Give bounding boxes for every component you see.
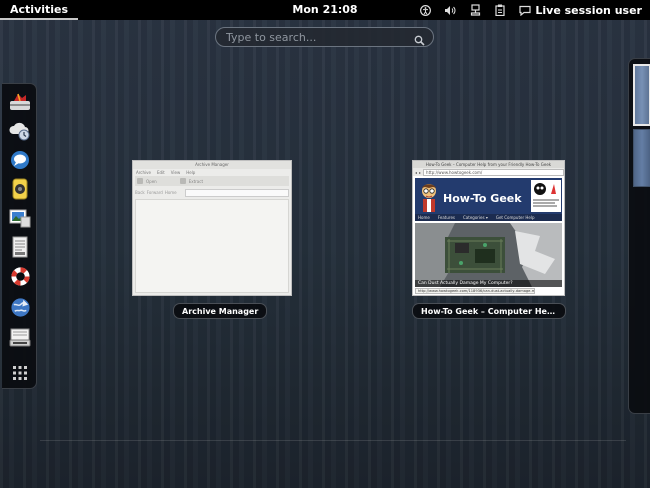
volume-icon[interactable]	[444, 3, 456, 17]
workspace-1-thumbnail[interactable]	[633, 64, 650, 126]
user-name: Live session user	[535, 3, 642, 17]
site-nav-item: Get Computer Help	[495, 215, 535, 220]
message-tray-divider	[40, 440, 626, 441]
window-how-to-geek[interactable]: How-To Geek – Computer Help from your Fr…	[412, 160, 565, 296]
top-bar: Activities Mon 21:08 Live session user	[0, 0, 650, 20]
thumb-site-header: How-To Geek	[415, 178, 562, 214]
system-tray: Live session user	[419, 0, 642, 20]
nav-back: Back	[135, 190, 145, 195]
window-caption-archive-manager[interactable]: Archive Manager	[173, 303, 268, 319]
url-field: http://www.howtogeek.com/	[423, 168, 564, 176]
status-bar: http://www.howtogeek.com/118936/can-dust…	[415, 288, 535, 294]
speaker-icon	[12, 178, 28, 200]
search-box	[215, 27, 434, 47]
workspace-2-thumbnail[interactable]	[633, 129, 650, 187]
package-icon	[10, 93, 30, 110]
menu-item: Archive	[136, 170, 151, 175]
dash-item-web-browser[interactable]	[8, 295, 32, 319]
site-ad	[531, 180, 561, 212]
open-icon	[137, 178, 143, 184]
nav-home: Home	[164, 190, 177, 195]
lifebuoy-icon	[10, 266, 30, 286]
chat-icon	[11, 151, 29, 169]
site-logo: How-To Geek	[443, 192, 522, 205]
extract-icon	[179, 178, 186, 184]
nav-forward: Forward	[146, 190, 163, 195]
site-nav-item: Home	[418, 215, 430, 220]
location-field	[184, 188, 289, 197]
toolbar-extract-label: Extract	[188, 178, 204, 184]
search-icon	[414, 31, 425, 50]
dash-item-music[interactable]	[8, 177, 32, 201]
window-archive-manager[interactable]: Archive Manager Archive Edit View Help O…	[132, 160, 292, 296]
thumb-location-bar: Back Forward Home	[135, 188, 289, 197]
installer-icon	[9, 328, 31, 347]
activities-button[interactable]: Activities	[0, 0, 79, 20]
dash-item-install[interactable]	[8, 326, 32, 350]
dash-item-documents[interactable]	[8, 235, 32, 259]
accessibility-icon[interactable]	[419, 3, 431, 17]
article-image	[415, 223, 562, 287]
apps-grid-icon	[13, 366, 27, 380]
dash-item-backup[interactable]	[8, 119, 32, 143]
thumb-menubar: Archive Edit View Help	[133, 169, 291, 176]
thumb-title: Archive Manager	[133, 161, 291, 169]
site-nav-item: Categories ▾	[463, 215, 488, 220]
network-icon[interactable]	[469, 3, 481, 17]
thumb-toolbar: Open Extract	[135, 176, 289, 186]
dash-item-messaging[interactable]	[8, 148, 32, 172]
toolbar-open-label: Open	[146, 178, 157, 184]
backup-icon	[9, 122, 30, 141]
clock-label[interactable]: Mon 21:08	[292, 3, 357, 16]
menu-item: Help	[186, 170, 196, 175]
back-arrow-icon: ◂	[415, 169, 418, 175]
thumb-file-list	[135, 199, 289, 293]
globe-icon	[10, 297, 30, 317]
forward-arrow-icon: ▸	[419, 169, 422, 175]
article-headline: Can Dust Actually Damage My Computer?	[415, 280, 562, 287]
menu-item: View	[170, 170, 181, 175]
chat-status-icon	[519, 3, 531, 17]
dash	[2, 83, 37, 389]
dash-item-help[interactable]	[8, 264, 32, 288]
site-nav-item: Features	[437, 215, 456, 220]
skull-ad-icon	[533, 183, 559, 207]
workspace-switcher	[628, 58, 650, 414]
thumb-title: How-To Geek – Computer Help from your Fr…	[413, 161, 564, 168]
dash-item-photos[interactable]	[8, 206, 32, 230]
user-menu[interactable]: Live session user	[519, 3, 642, 17]
window-caption-how-to-geek[interactable]: How-To Geek – Computer Help fro...	[412, 303, 566, 319]
dash-item-software-installer[interactable]	[8, 90, 32, 114]
thumb-url-bar: ◂ ▸ http://www.howtogeek.com/	[413, 168, 564, 176]
document-icon	[12, 236, 28, 258]
search-input[interactable]	[226, 30, 406, 44]
menu-item: Edit	[156, 170, 165, 175]
clipboard-battery-icon[interactable]	[494, 3, 506, 17]
geek-mascot-icon	[422, 184, 436, 212]
photo-viewer-icon	[9, 209, 31, 228]
thumb-site-nav: Home Features Categories ▾ Get Computer …	[415, 214, 562, 221]
dash-item-show-apps[interactable]	[8, 361, 32, 385]
